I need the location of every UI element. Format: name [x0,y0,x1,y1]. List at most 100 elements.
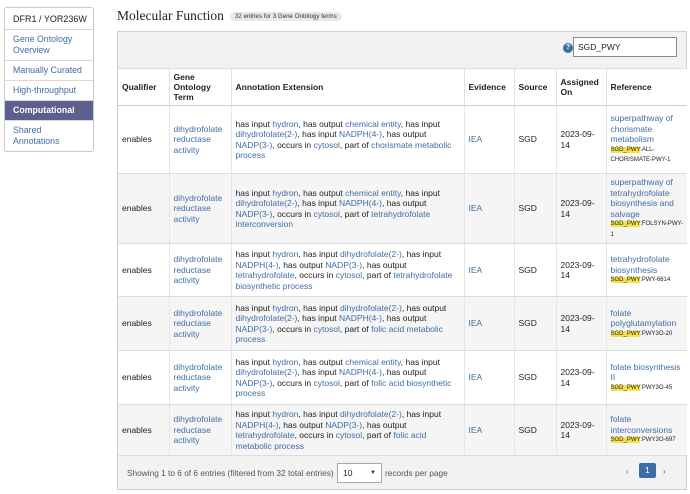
extension-link[interactable]: NADPH(4-) [339,367,382,377]
column-header-annotation-extension[interactable]: Annotation Extension [231,68,465,106]
reference-link[interactable]: superpathway of tetrahydrofolate biosynt… [611,177,684,219]
caret-down-icon: ▼ [370,470,376,476]
extension-link[interactable]: tetrahydrofolate [236,270,295,280]
extension-link[interactable]: dihydrofolate(2-) [236,313,298,323]
extension-link[interactable]: cytosol [336,270,362,280]
evidence-link[interactable]: IEA [469,318,483,328]
extension-link[interactable]: NADP(3-) [236,209,273,219]
evidence-link[interactable]: IEA [469,425,483,435]
table-row: enables dihydrofolate reductase activity h… [118,105,687,174]
go-term-link[interactable]: dihydrofolate reductase activity [174,193,223,224]
extension-link[interactable]: NADPH(4-) [339,129,382,139]
assigned-on-cell: 2023-09-14 [556,296,607,351]
extension-link[interactable]: dihydrofolate(2-) [236,367,298,377]
reference-id-highlight: SGD_PWY [610,384,641,391]
extension-text: , has output [278,419,326,430]
extension-text: , has input [401,249,442,259]
search-input[interactable] [573,37,677,57]
extension-text: has input [235,302,273,313]
extension-text: , has input [297,313,339,323]
extension-link[interactable]: NADP(3-) [325,260,362,270]
go-term-link[interactable]: dihydrofolate reductase activity [174,254,223,285]
records-per-page-label: records per page [385,468,448,478]
section-header: Molecular Function 32 entries for 3 Gene… [117,8,342,24]
column-header-reference[interactable]: Reference [606,68,687,106]
column-header-source[interactable]: Source [514,68,557,106]
extension-link[interactable]: cytosol [313,209,339,219]
extension-text: , occurs in [272,208,314,219]
assigned-on-cell: 2023-09-14 [556,173,607,244]
extension-link[interactable]: dihydrofolate(2-) [340,409,402,419]
extension-link[interactable]: NADP(3-) [236,324,273,334]
column-header-evidence[interactable]: Evidence [464,68,515,106]
extension-link[interactable]: chemical entity [345,119,401,129]
page-1-button[interactable]: 1 [639,463,656,478]
extension-link[interactable]: cytosol [336,430,362,440]
extension-text: , part of [339,377,372,388]
qualifier-cell: enables [118,404,170,456]
extension-text: , part of [362,270,394,280]
extension-text: , occurs in [294,270,336,280]
go-term-link[interactable]: dihydrofolate reductase activity [174,414,223,445]
extension-link[interactable]: cytosol [313,378,339,388]
extension-link[interactable]: dihydrofolate(2-) [340,303,402,313]
column-header-assigned-on[interactable]: Assigned On [556,68,607,106]
reference-id-highlight: SGD_PWY [610,277,641,284]
reference-link[interactable]: folate interconversions [611,414,684,435]
column-header-qualifier[interactable]: Qualifier [118,68,170,106]
extension-text: , occurs in [272,139,314,150]
extension-link[interactable]: NADPH(4-) [236,420,279,430]
extension-text: , part of [339,323,372,334]
extension-link[interactable]: NADPH(4-) [339,198,382,208]
extension-link[interactable]: NADPH(4-) [339,313,382,323]
extension-link[interactable]: cytosol [313,140,339,150]
extension-link[interactable]: NADP(3-) [236,140,273,150]
evidence-link[interactable]: IEA [469,265,483,275]
source-cell: SGD [514,243,557,297]
go-term-link[interactable]: dihydrofolate reductase activity [174,308,223,339]
extension-link[interactable]: NADPH(4-) [236,260,279,270]
extension-link[interactable]: hydron [272,119,298,129]
sidebar-item-go-overview[interactable]: Gene Ontology Overview [5,30,93,61]
go-term-cell: dihydrofolate reductase activity [169,105,232,174]
extension-link[interactable]: chemical entity [345,357,401,367]
go-term-link[interactable]: dihydrofolate reductase activity [174,124,223,155]
sidebar-item-computational[interactable]: Computational [5,101,93,121]
extension-link[interactable]: hydron [272,188,298,198]
evidence-link[interactable]: IEA [469,203,483,213]
extension-link[interactable]: dihydrofolate(2-) [340,249,402,259]
extension-link[interactable]: dihydrofolate(2-) [236,198,298,208]
extension-link[interactable]: NADP(3-) [236,378,273,388]
question-circle-icon[interactable]: ? [563,43,573,53]
extension-link[interactable]: dihydrofolate(2-) [236,129,298,139]
reference-link[interactable]: folate polyglutamylation [611,308,684,329]
column-header-go-term[interactable]: Gene Ontology Term [169,68,232,106]
reference-link[interactable]: tetrahydrofolate biosynthesis [611,254,684,275]
evidence-link[interactable]: IEA [469,134,483,144]
extension-link[interactable]: hydron [272,249,298,259]
sidebar-item-manually-curated[interactable]: Manually Curated [5,61,93,81]
assigned-on-cell: 2023-09-14 [556,243,607,297]
page-size-select[interactable]: 10 ▼ [337,463,382,483]
go-term-link[interactable]: dihydrofolate reductase activity [174,362,223,393]
sidebar-item-shared-annotations[interactable]: Shared Annotations [5,121,93,151]
reference-link[interactable]: superpathway of chorismate metabolism [611,113,684,145]
reference-link[interactable]: folate biosynthesis II [611,362,684,383]
evidence-link[interactable]: IEA [469,372,483,382]
extension-link[interactable]: hydron [272,409,298,419]
extension-link[interactable]: hydron [272,303,298,313]
qualifier-cell: enables [118,296,170,351]
extension-link[interactable]: NADP(3-) [325,420,362,430]
table-info: Showing 1 to 6 of 6 entries (filtered fr… [127,468,334,478]
next-page-button[interactable]: › [663,467,666,476]
extension-link[interactable]: hydron [272,357,298,367]
evidence-cell: IEA [464,350,515,405]
previous-page-button[interactable]: ‹ [626,467,629,476]
sidebar-item-high-throughput[interactable]: High-throughput [5,81,93,101]
extension-text: , occurs in [294,430,336,440]
extension-link[interactable]: cytosol [313,324,339,334]
extension-link[interactable]: tetrahydrofolate [236,430,295,440]
evidence-cell: IEA [464,404,515,456]
reference-id-highlight: SGD_PWY [610,330,641,337]
extension-link[interactable]: chemical entity [345,188,401,198]
